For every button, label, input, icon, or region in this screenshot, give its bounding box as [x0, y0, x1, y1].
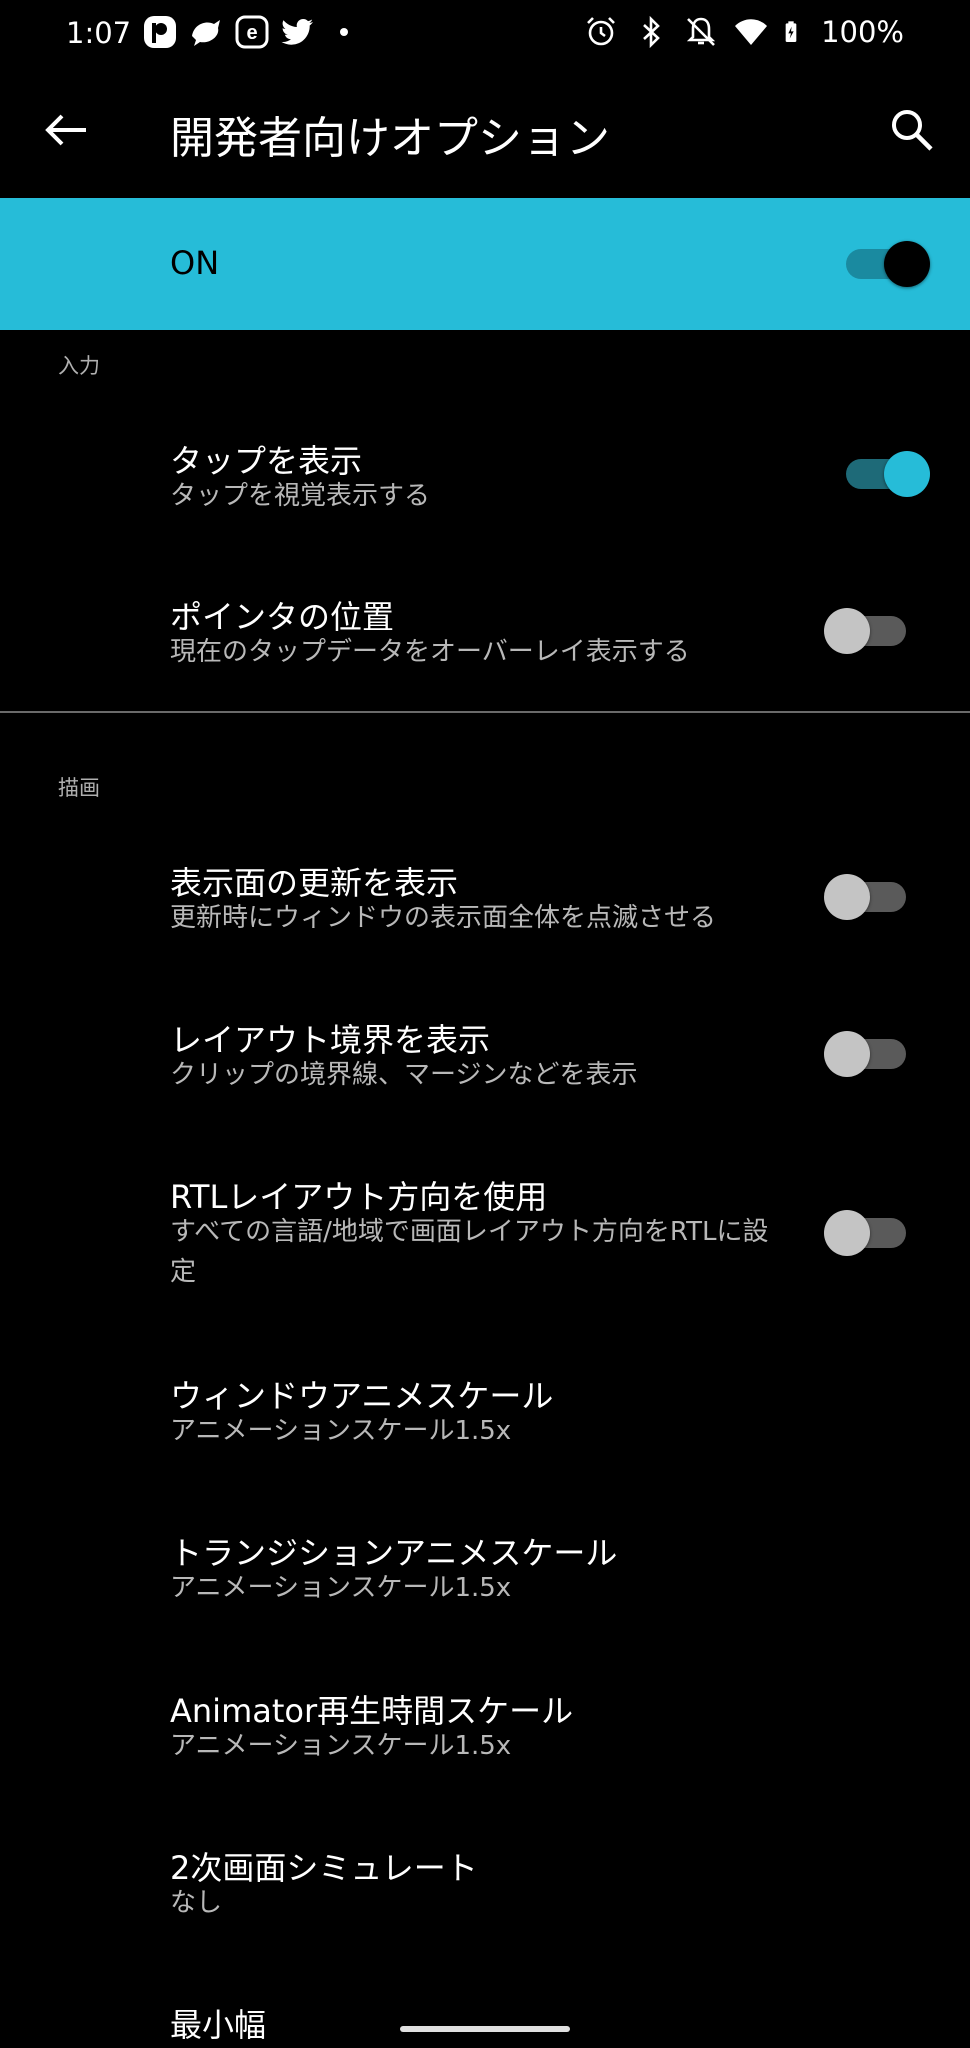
arrow-back-icon [45, 114, 86, 146]
battery-percent: 100% [821, 15, 904, 49]
master-switch-label: ON [170, 244, 220, 282]
developer-options-master-switch[interactable]: ON [0, 198, 970, 330]
setting-show-taps[interactable]: タップを表示 タップを視覚表示する [0, 410, 970, 545]
gesture-nav-handle[interactable] [400, 2026, 570, 2032]
notification-bird-icon [192, 20, 220, 46]
master-toggle[interactable] [840, 239, 930, 289]
app-bar: 開発者向けオプション [0, 72, 970, 198]
system-icons: 100% [583, 14, 904, 50]
alarm-icon [587, 17, 615, 46]
setting-force-rtl[interactable]: RTLレイアウト方向を使用 すべての言語/地域で画面レイアウト方向をRTLに設定 [0, 1146, 970, 1316]
toggle-thumb [824, 608, 870, 654]
setting-show-surface-updates[interactable]: 表示面の更新を表示 更新時にウィンドウの表示面全体を点滅させる [0, 832, 970, 967]
setting-pointer-location[interactable]: ポインタの位置 現在のタップデータをオーバーレイ表示する [0, 566, 970, 701]
toggle-thumb [824, 874, 870, 920]
search-button[interactable] [880, 98, 944, 162]
section-header-drawing: 描画 [58, 776, 100, 800]
page-title: 開発者向けオプション [170, 113, 610, 164]
more-dot-icon [340, 28, 348, 36]
notification-icons: e [142, 14, 362, 50]
section-divider [0, 711, 970, 713]
setting-transition-animation-scale[interactable]: トランジションアニメスケール アニメーションスケール1.5x [0, 1502, 970, 1637]
setting-summary: クリップの境界線、マージンなどを表示 [170, 1060, 638, 1090]
back-button[interactable] [34, 98, 98, 162]
section-header-input: 入力 [58, 354, 100, 378]
setting-simulate-secondary-display[interactable]: 2次画面シミュレート なし [0, 1817, 970, 1952]
setting-summary: すべての言語/地域で画面レイアウト方向をRTLに設定 [170, 1217, 769, 1287]
setting-window-animation-scale[interactable]: ウィンドウアニメスケール アニメーションスケール1.5x [0, 1345, 970, 1480]
status-time: 1:07 [66, 16, 132, 50]
toggle-thumb [884, 241, 930, 287]
setting-summary: なし [170, 1888, 223, 1918]
setting-animator-duration-scale[interactable]: Animator再生時間スケール アニメーションスケール1.5x [0, 1660, 970, 1795]
toggle-thumb [884, 451, 930, 497]
surface-updates-toggle[interactable] [824, 872, 914, 922]
setting-summary: タップを視覚表示する [170, 481, 431, 511]
setting-smallest-width[interactable]: 最小幅 [0, 1974, 970, 2048]
e-app-icon: e [235, 15, 269, 49]
setting-summary: アニメーションスケール1.5x [170, 1573, 512, 1603]
setting-summary: 更新時にウィンドウの表示面全体を点滅させる [170, 903, 717, 933]
bluetooth-icon [643, 15, 660, 49]
toggle-thumb [824, 1210, 870, 1256]
setting-summary: 現在のタップデータをオーバーレイ表示する [170, 637, 690, 667]
battery-charging-icon [785, 21, 797, 42]
layout-bounds-toggle[interactable] [824, 1029, 914, 1079]
mute-bell-icon [686, 17, 716, 46]
force-rtl-toggle[interactable] [824, 1208, 914, 1258]
wifi-icon [735, 19, 768, 45]
setting-show-layout-bounds[interactable]: レイアウト境界を表示 クリップの境界線、マージンなどを表示 [0, 989, 970, 1124]
show-taps-toggle[interactable] [840, 449, 930, 499]
setting-summary: アニメーションスケール1.5x [170, 1731, 512, 1761]
pixiv-icon [144, 16, 176, 48]
status-bar: 1:07 e 100% [0, 0, 970, 72]
setting-title: 最小幅 [170, 2006, 267, 2044]
pointer-location-toggle[interactable] [824, 606, 914, 656]
setting-summary: アニメーションスケール1.5x [170, 1416, 512, 1446]
search-icon [892, 110, 933, 151]
twitter-icon [281, 19, 313, 45]
toggle-thumb [824, 1031, 870, 1077]
svg-text:e: e [246, 22, 257, 44]
